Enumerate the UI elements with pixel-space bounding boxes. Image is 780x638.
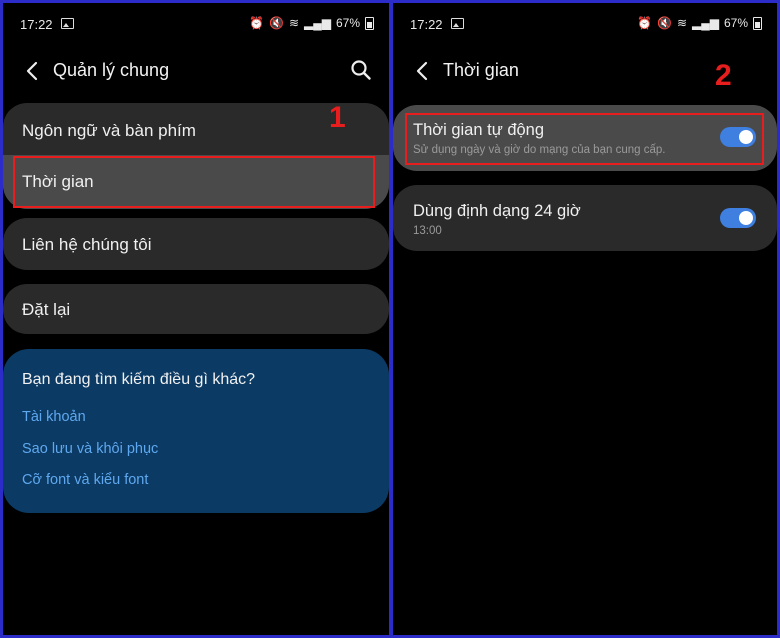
status-bar: 17:22 ⏰ 🔇 ≋ ▂▄▆ 67% xyxy=(3,13,389,39)
suggestion-link-font[interactable]: Cỡ font và kiểu font xyxy=(22,472,148,488)
battery-percent: 67% xyxy=(335,16,360,30)
mute-icon: 🔇 xyxy=(656,16,672,30)
status-time: 17:22 xyxy=(20,17,53,32)
signal-icon: ▂▄▆ xyxy=(304,16,331,30)
menu-item-language-keyboard[interactable]: Ngôn ngữ và bàn phím xyxy=(22,121,196,141)
suggestion-link-backup[interactable]: Sao lưu và khôi phục xyxy=(22,441,158,457)
setting-24-hour-title: Dùng định dạng 24 giờ xyxy=(413,202,581,220)
status-time: 17:22 xyxy=(410,17,443,32)
setting-24-hour-subtitle: 13:00 xyxy=(413,225,442,237)
highlight-box-step-1 xyxy=(13,156,375,208)
toggle-24-hour[interactable] xyxy=(720,208,756,228)
search-icon[interactable] xyxy=(349,58,373,82)
alarm-icon: ⏰ xyxy=(637,16,652,30)
battery-percent: 67% xyxy=(723,16,748,30)
back-arrow-icon[interactable] xyxy=(411,59,435,83)
suggestion-card: Bạn đang tìm kiếm điều gì khác? Tài khoả… xyxy=(3,349,389,513)
highlight-box-step-2 xyxy=(405,113,764,165)
battery-icon xyxy=(365,16,374,30)
image-notification-icon xyxy=(451,18,464,29)
suggestion-link-account[interactable]: Tài khoản xyxy=(22,409,86,425)
signal-icon: ▂▄▆ xyxy=(692,16,719,30)
wifi-icon: ≋ xyxy=(676,16,687,30)
mute-icon: 🔇 xyxy=(268,16,284,30)
app-bar: Quản lý chung xyxy=(3,53,389,89)
step-number-2: 2 xyxy=(715,59,732,92)
status-bar: 17:22 ⏰ 🔇 ≋ ▂▄▆ 67% xyxy=(393,13,777,39)
toggle-knob xyxy=(739,211,753,225)
alarm-icon: ⏰ xyxy=(249,16,264,30)
page-title: Thời gian xyxy=(443,60,519,80)
wifi-icon: ≋ xyxy=(288,16,299,30)
right-screen: 17:22 ⏰ 🔇 ≋ ▂▄▆ 67% Thời gian 2 Thời gia… xyxy=(393,3,777,635)
suggestion-question: Bạn đang tìm kiếm điều gì khác? xyxy=(22,371,256,388)
menu-item-reset[interactable]: Đặt lại xyxy=(22,300,70,320)
menu-item-contact[interactable]: Liên hệ chúng tôi xyxy=(22,235,152,255)
step-number-1: 1 xyxy=(329,101,346,134)
image-notification-icon xyxy=(61,18,74,29)
page-title: Quản lý chung xyxy=(53,60,170,80)
battery-icon xyxy=(753,16,762,30)
back-arrow-icon[interactable] xyxy=(21,59,45,83)
left-screen: 17:22 ⏰ 🔇 ≋ ▂▄▆ 67% Quản lý chung Ngôn n… xyxy=(3,3,389,635)
